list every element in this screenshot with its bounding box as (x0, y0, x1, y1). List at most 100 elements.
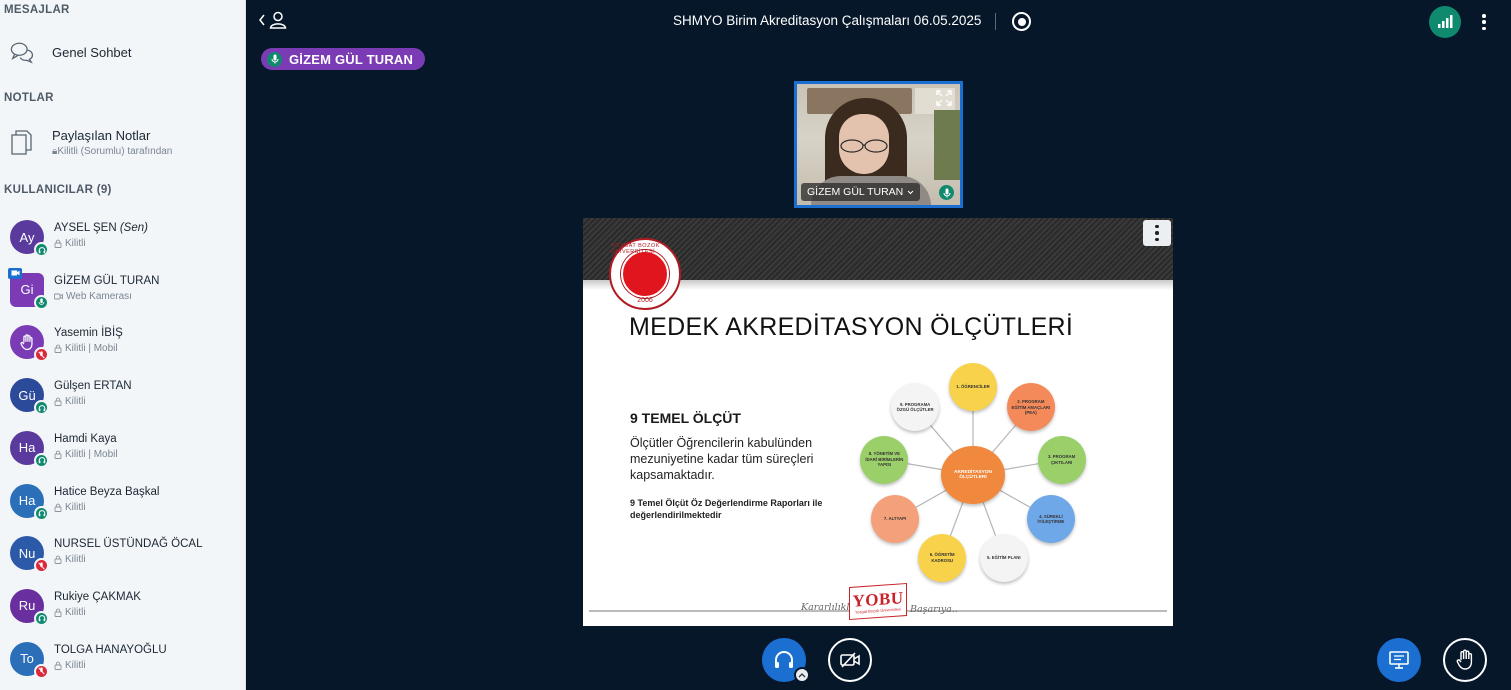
muted-microphone-icon (38, 351, 45, 359)
criteria-diagram: 1. ÖĞRENCİLER 2. PROGRAM EĞİTİM AMAÇLARI … (853, 358, 1093, 588)
user-status-text: Kilitli (54, 554, 86, 565)
lock-icon (54, 661, 62, 670)
user-name: Rukiye ÇAKMAK (54, 590, 141, 603)
diagram-center-node: AKREDİTASYON ÖLÇÜTLERİ (941, 446, 1005, 504)
user-icon (269, 11, 287, 29)
user-name: Yasemin İBİŞ (54, 327, 123, 340)
user-initials: Ha (18, 493, 36, 508)
user-status-text: Kilitli (54, 238, 86, 249)
user-audio-status (34, 242, 49, 257)
user-initials: Gü (18, 387, 36, 403)
user-status-text: Kilitli (54, 396, 86, 407)
slide-heading: 9 TEMEL ÖLÇÜT (630, 410, 741, 426)
microphone-icon (38, 298, 45, 305)
diagram-node: 1. ÖĞRENCİLER (949, 362, 997, 411)
record-dot-icon (1017, 17, 1026, 26)
raise-hand-button[interactable] (1443, 638, 1487, 682)
audio-options-button[interactable] (794, 667, 810, 683)
toggle-userlist-button[interactable] (258, 10, 288, 30)
recording-indicator[interactable] (1012, 12, 1031, 31)
user-list-item[interactable]: Yasemin İBİŞ Kilitli | Mobil (0, 321, 240, 367)
user-audio-status (34, 347, 49, 363)
user-status-text: Web Kamerası (54, 291, 132, 302)
fullscreen-icon[interactable] (936, 90, 952, 106)
user-initials: Ru (18, 598, 36, 614)
headphones-icon (775, 651, 793, 668)
share-webcam-button[interactable] (828, 638, 872, 682)
webcam-tile[interactable]: GİZEM GÜL TURAN (794, 81, 963, 208)
user-status-text: Kilitli (54, 607, 86, 618)
webcam-user-name: GİZEM GÜL TURAN (807, 186, 904, 198)
university-seal-logo: YOZGAT BOZOK ÜNİVERSİTESİ 2006 (609, 238, 681, 310)
presentation-toggle-button[interactable] (1377, 638, 1421, 682)
slide-body-text: Ölçütler Öğrencilerin kabulünden mezuniy… (630, 436, 814, 482)
notes-section-title: NOTLAR (4, 92, 54, 104)
headset-icon (38, 615, 45, 622)
user-audio-status (34, 452, 49, 468)
diagram-node: 4. SÜREKLİ İYİLEŞTİRME (1026, 495, 1075, 544)
sidebar: MESAJLAR Genel Sohbet NOTLAR Paylaşılan … (0, 0, 246, 690)
user-list-item[interactable]: Ha Hatice Beyza Başkal Kilitli (0, 480, 240, 526)
user-name: AYSEL ŞEN (Sen) (54, 222, 148, 234)
user-list-item[interactable]: Nu NURSEL ÜSTÜNDAĞ ÖCAL Kilitli (0, 532, 240, 578)
talking-user-name: GİZEM GÜL TURAN (289, 51, 414, 67)
user-audio-status (34, 558, 49, 574)
messages-section-title: MESAJLAR (4, 4, 70, 16)
muted-microphone-icon (38, 667, 45, 675)
user-status-text: Kilitli (54, 502, 86, 513)
diagram-node: 8. YÖNETİM VE İDARİ BİRİMLERİN YAPISI (860, 435, 909, 484)
user-list-item[interactable]: Gü Gülşen ERTAN Kilitli (0, 374, 240, 420)
user-initials: Gi (20, 282, 34, 298)
shared-notes-sublabel: 🔒︎Kilitli (Sorumlu) tarafından (52, 146, 173, 157)
chevron-up-icon (798, 673, 806, 678)
chevron-down-icon (907, 190, 914, 194)
lock-icon (54, 555, 62, 565)
public-chat-label: Genel Sohbet (52, 44, 132, 60)
lock-icon (54, 239, 62, 248)
user-status-text: Kilitli | Mobil (54, 449, 118, 460)
lock-icon (54, 397, 62, 407)
meeting-title: SHMYO Birim Akreditasyon Çalışmaları 06.… (673, 13, 982, 28)
user-audio-status (34, 610, 49, 626)
slide-title: MEDEK AKREDİTASYON ÖLÇÜTLERİ (629, 313, 1074, 341)
user-list-item[interactable]: Ha Hamdi Kaya Kilitli | Mobil (0, 427, 240, 473)
user-list-item[interactable]: Ru Rukiye ÇAKMAK Kilitli (0, 585, 240, 631)
user-name: Gülşen ERTAN (54, 380, 132, 393)
user-name: TOLGA HANAYOĞLU (54, 643, 167, 656)
microphone-icon (267, 51, 282, 67)
user-audio-status (34, 400, 49, 416)
user-list-item[interactable]: Ay AYSEL ŞEN (Sen) Kilitli (0, 216, 240, 262)
diagram-node: 5. EĞİTİM PLANI (979, 533, 1028, 582)
shared-notes-item[interactable]: Paylaşılan Notlar 🔒︎Kilitli (Sorumlu) ta… (0, 128, 210, 157)
public-chat-item[interactable]: Genel Sohbet (0, 40, 210, 64)
title-divider (995, 13, 996, 30)
headset-icon (38, 457, 45, 464)
user-initials: To (20, 651, 34, 667)
user-list-item[interactable]: Gi GİZEM GÜL TURAN Web Kamerası (0, 267, 240, 315)
talking-indicator[interactable]: GİZEM GÜL TURAN (261, 48, 426, 70)
signal-bars-icon (1438, 15, 1453, 28)
chevron-left-icon (259, 14, 265, 26)
lock-icon (54, 608, 62, 617)
documents-icon (10, 129, 34, 155)
user-initials: Ay (19, 229, 35, 245)
lock-icon (54, 345, 62, 354)
footer-motto-left: Kararlılıkla (801, 602, 856, 613)
slide-note-text: 9 Temel Ölçüt Öz Değerlendirme Raporları… (630, 498, 823, 520)
user-name: Hatice Beyza Başkal (54, 485, 160, 498)
yobu-logo: YOBU Yozgat Bozok Üniversitesi (849, 582, 907, 621)
user-initials: Nu (18, 545, 36, 561)
user-list-item[interactable]: To TOLGA HANAYOĞLU Kilitli (0, 638, 240, 684)
user-status-text: Kilitli | Mobil (54, 343, 118, 354)
webcam-user-dropdown[interactable]: GİZEM GÜL TURAN (801, 183, 921, 201)
user-audio-status (34, 505, 49, 521)
connection-status-button[interactable] (1429, 6, 1461, 38)
webcam-icon (54, 293, 63, 300)
presentation-options-button[interactable] (1143, 220, 1171, 246)
options-menu-button[interactable] (1476, 11, 1492, 33)
user-name: NURSEL ÜSTÜNDAĞ ÖCAL (54, 538, 203, 551)
user-audio-status (34, 294, 49, 310)
user-status-text: Kilitli (54, 660, 86, 671)
chat-bubbles-icon (10, 40, 34, 64)
diagram-node: 6. ÖĞRETİM KADROSU (918, 533, 967, 582)
